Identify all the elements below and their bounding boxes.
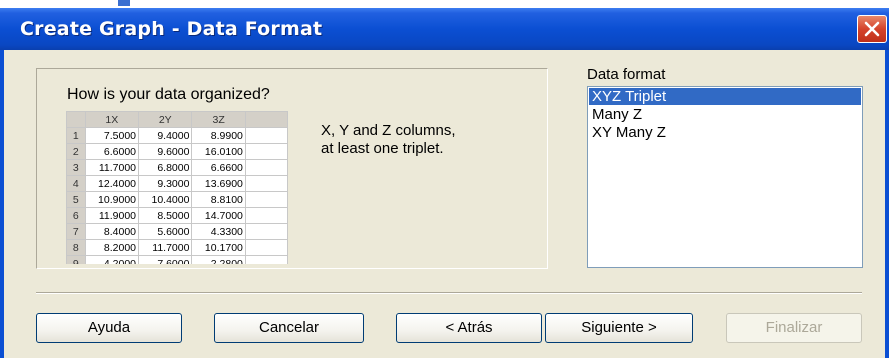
preview-column-header-empty — [244, 111, 288, 128]
preview-cell: 8.2000 — [84, 239, 140, 256]
preview-cell: 8.5000 — [138, 207, 193, 224]
preview-row: 7 8.4000 5.6000 4.3300 — [66, 223, 288, 240]
preview-row: 4 12.4000 9.3000 13.6900 — [66, 175, 288, 192]
preview-row-number: 1 — [66, 127, 86, 144]
preview-cell-empty — [244, 127, 288, 144]
format-option-xy-many-z[interactable]: XY Many Z — [589, 124, 861, 141]
finish-button: Finalizar — [726, 313, 862, 343]
format-option-xyz-triplet[interactable]: XYZ Triplet — [589, 88, 861, 105]
data-format-label: Data format — [587, 66, 666, 83]
preview-column-header: 3Z — [191, 111, 246, 128]
preview-cell: 6.6600 — [191, 159, 246, 176]
format-description-line: at least one triplet. — [321, 140, 444, 157]
preview-cell: 16.0100 — [191, 143, 246, 160]
preview-cell: 7.6000 — [138, 255, 193, 264]
preview-corner — [66, 111, 86, 128]
preview-cell-empty — [244, 159, 288, 176]
cancel-button[interactable]: Cancelar — [214, 313, 364, 343]
preview-cell: 4.2000 — [84, 255, 140, 264]
preview-row-number: 8 — [66, 239, 86, 256]
preview-cell-empty — [244, 239, 288, 256]
window-frame-left — [0, 50, 4, 358]
preview-cell: 6.6000 — [84, 143, 140, 160]
preview-cell: 11.7000 — [84, 159, 140, 176]
background-marker — [118, 0, 130, 6]
preview-cell-empty — [244, 255, 288, 264]
preview-row: 8 8.2000 11.7000 10.1700 — [66, 239, 288, 256]
preview-cell: 10.4000 — [138, 191, 193, 208]
preview-row-number: 4 — [66, 175, 86, 192]
preview-row-number: 9 — [66, 255, 86, 264]
preview-cell: 9.6000 — [138, 143, 193, 160]
preview-cell: 12.4000 — [84, 175, 140, 192]
preview-cell-empty — [244, 207, 288, 224]
preview-row: 9 4.2000 7.6000 2.2800 — [66, 255, 288, 264]
preview-cell: 7.5000 — [84, 127, 140, 144]
data-organization-question: How is your data organized? — [67, 86, 270, 103]
preview-cell: 14.7000 — [191, 207, 246, 224]
preview-cell: 8.9900 — [191, 127, 246, 144]
format-option-many-z[interactable]: Many Z — [589, 106, 861, 123]
button-separator — [36, 292, 862, 294]
preview-cell: 2.2800 — [191, 255, 246, 264]
data-preview-sheet: 1X 2Y 3Z 1 7.5000 9.4000 8.9900 2 6.6000 9.600… — [66, 111, 288, 264]
help-button[interactable]: Ayuda — [36, 313, 182, 343]
preview-row: 1 7.5000 9.4000 8.9900 — [66, 127, 288, 144]
close-icon — [864, 21, 880, 37]
preview-cell-empty — [244, 223, 288, 240]
data-format-listbox[interactable]: XYZ Triplet Many Z XY Many Z — [587, 86, 863, 268]
preview-cell: 10.1700 — [191, 239, 246, 256]
preview-row: 6 11.9000 8.5000 14.7000 — [66, 207, 288, 224]
preview-cell: 8.4000 — [84, 223, 140, 240]
back-button[interactable]: < Atrás — [396, 313, 542, 343]
title-bar[interactable]: Create Graph - Data Format — [0, 8, 889, 50]
background-app-strip — [0, 0, 889, 8]
format-description: X, Y and Z columns, at least one triplet… — [321, 122, 531, 158]
preview-row: 5 10.9000 10.4000 8.8100 — [66, 191, 288, 208]
window-frame-right — [885, 50, 889, 358]
preview-row-number: 7 — [66, 223, 86, 240]
preview-cell: 6.8000 — [138, 159, 193, 176]
preview-cell: 5.6000 — [138, 223, 193, 240]
preview-row-number: 6 — [66, 207, 86, 224]
preview-cell: 11.7000 — [138, 239, 193, 256]
window-title: Create Graph - Data Format — [20, 18, 323, 40]
next-button[interactable]: Siguiente > — [545, 313, 693, 343]
format-description-line: X, Y and Z columns, — [321, 122, 456, 139]
preview-row-number: 2 — [66, 143, 86, 160]
preview-column-header: 1X — [84, 111, 140, 128]
preview-cell: 9.3000 — [138, 175, 193, 192]
close-button[interactable] — [857, 15, 887, 43]
preview-cell: 13.6900 — [191, 175, 246, 192]
preview-cell-empty — [244, 175, 288, 192]
preview-row: 3 11.7000 6.8000 6.6600 — [66, 159, 288, 176]
preview-cell: 8.8100 — [191, 191, 246, 208]
preview-cell: 9.4000 — [138, 127, 193, 144]
preview-cell: 10.9000 — [84, 191, 140, 208]
preview-header-row: 1X 2Y 3Z — [66, 111, 288, 128]
preview-column-header: 2Y — [138, 111, 193, 128]
preview-cell-empty — [244, 143, 288, 160]
preview-cell-empty — [244, 191, 288, 208]
preview-cell: 11.9000 — [84, 207, 140, 224]
preview-row: 2 6.6000 9.6000 16.0100 — [66, 143, 288, 160]
preview-row-number: 5 — [66, 191, 86, 208]
preview-row-number: 3 — [66, 159, 86, 176]
preview-cell: 4.3300 — [191, 223, 246, 240]
